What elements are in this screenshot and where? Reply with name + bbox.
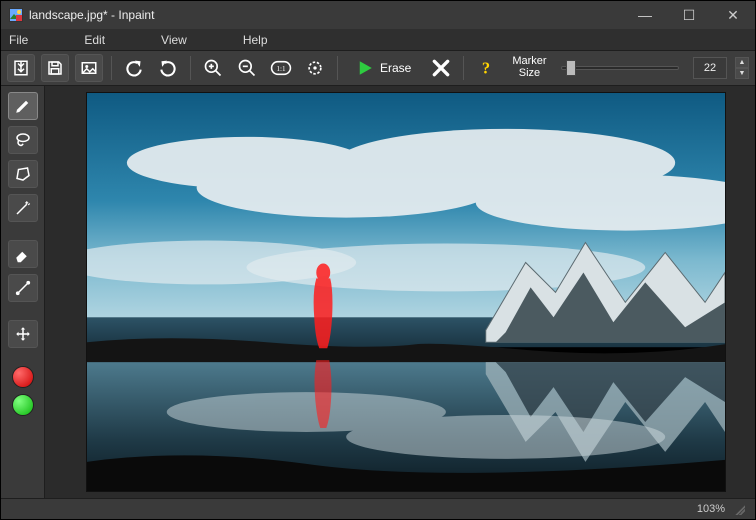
menu-file[interactable]: File [5, 31, 32, 49]
menubar: File Edit View Help [1, 29, 755, 50]
resize-grip[interactable] [733, 503, 745, 515]
lasso-tool-icon [14, 131, 32, 149]
toolbar: 1:1 Erase ? Marker Size 22 ▲ ▼ [1, 50, 755, 85]
move-tool-button[interactable] [8, 320, 38, 348]
zoom-level: 103% [697, 503, 725, 515]
erase-button[interactable]: Erase [346, 54, 421, 82]
lasso-tool-button[interactable] [8, 126, 38, 154]
window-close-button[interactable]: ✕ [711, 1, 755, 29]
magic-wand-tool-button[interactable] [8, 194, 38, 222]
undo-icon [124, 58, 144, 78]
marker-size-slider[interactable] [561, 66, 679, 70]
open-icon [12, 59, 30, 77]
toolbar-separator [190, 56, 191, 80]
zoom-out-icon [237, 58, 257, 78]
marker-size-label: Marker Size [512, 56, 546, 79]
open-button[interactable] [7, 54, 35, 82]
play-icon [356, 59, 374, 77]
menu-edit[interactable]: Edit [80, 31, 109, 49]
redo-button[interactable] [154, 54, 182, 82]
eraser-tool-icon [14, 245, 32, 263]
spinner-up[interactable]: ▲ [735, 57, 749, 68]
maximize-icon: ☐ [683, 7, 696, 24]
help-question-icon: ? [477, 58, 495, 78]
marker-size-value[interactable]: 22 [693, 57, 727, 79]
marker-color-red[interactable] [12, 366, 34, 388]
zoom-out-button[interactable] [233, 54, 261, 82]
line-tool-icon [14, 279, 32, 297]
zoom-1to1-button[interactable]: 1:1 [267, 54, 295, 82]
marker-tool-icon [14, 97, 32, 115]
save-as-icon [80, 59, 98, 77]
erase-label: Erase [380, 61, 411, 75]
minimize-icon: — [638, 7, 652, 23]
canvas-wrap [45, 86, 755, 498]
window-maximize-button[interactable]: ☐ [667, 1, 711, 29]
redo-icon [158, 58, 178, 78]
zoom-fit-icon [305, 58, 325, 78]
svg-text:?: ? [482, 58, 490, 77]
image-canvas[interactable] [86, 92, 726, 492]
statusbar: 103% [1, 498, 755, 519]
toolbar-separator [337, 56, 338, 80]
slider-thumb[interactable] [566, 60, 576, 76]
landscape-photo [87, 93, 725, 492]
zoom-1to1-icon: 1:1 [270, 58, 292, 78]
toolbar-separator [463, 56, 464, 80]
save-button[interactable] [41, 54, 69, 82]
main-area [1, 86, 755, 498]
menu-view[interactable]: View [157, 31, 191, 49]
zoom-in-button[interactable] [199, 54, 227, 82]
save-icon [46, 59, 64, 77]
polygon-tool-button[interactable] [8, 160, 38, 188]
window-minimize-button[interactable]: — [623, 1, 667, 29]
save-as-button[interactable] [75, 54, 103, 82]
spinner-down[interactable]: ▼ [735, 68, 749, 79]
cancel-button[interactable] [427, 54, 455, 82]
help-button[interactable]: ? [472, 54, 500, 82]
move-tool-icon [14, 325, 32, 343]
eraser-tool-button[interactable] [8, 240, 38, 268]
marker-size-spinner: ▲ ▼ [735, 57, 749, 79]
menu-help[interactable]: Help [239, 31, 272, 49]
tool-sidebar [1, 86, 45, 498]
titlebar[interactable]: landscape.jpg* - Inpaint — ☐ ✕ [1, 1, 755, 29]
marker-color-green[interactable] [12, 394, 34, 416]
polygon-tool-icon [14, 165, 32, 183]
magic-wand-tool-icon [14, 199, 32, 217]
toolbar-separator [111, 56, 112, 80]
zoom-fit-button[interactable] [301, 54, 329, 82]
close-icon: ✕ [727, 7, 739, 24]
undo-button[interactable] [120, 54, 148, 82]
window-title: landscape.jpg* - Inpaint [29, 8, 154, 22]
svg-text:1:1: 1:1 [276, 65, 285, 73]
line-tool-button[interactable] [8, 274, 38, 302]
cancel-x-icon [431, 58, 451, 78]
zoom-in-icon [203, 58, 223, 78]
marker-tool-button[interactable] [8, 92, 38, 120]
app-icon [9, 8, 23, 22]
